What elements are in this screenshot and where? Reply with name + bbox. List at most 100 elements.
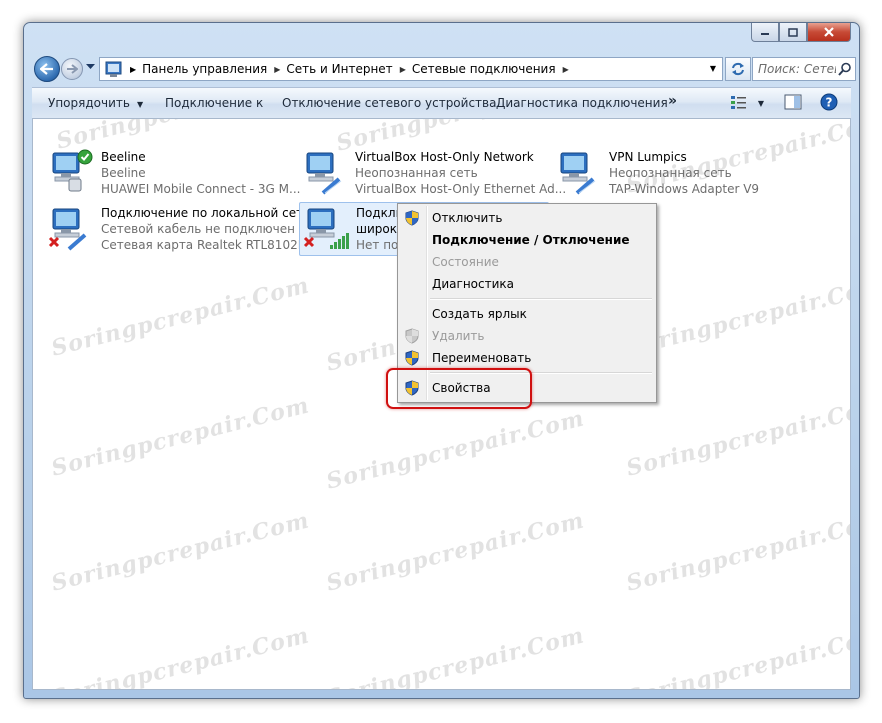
back-arrow-icon bbox=[40, 63, 53, 75]
breadcrumb-label: Сетевые подключения bbox=[411, 62, 556, 76]
change-view-button[interactable]: ▼ bbox=[730, 94, 764, 113]
forward-arrow-icon bbox=[67, 64, 78, 74]
menu-item-label: Подключение / Отключение bbox=[432, 233, 630, 247]
connection-status: Неопознанная сеть bbox=[355, 166, 478, 180]
menu-item-label: Диагностика bbox=[432, 277, 515, 291]
maximize-icon bbox=[788, 27, 798, 37]
watermark: Soringpcrepair.Com bbox=[323, 405, 588, 495]
connection-device: TAP-Windows Adapter V9 bbox=[609, 182, 760, 196]
connection-device: VirtualBox Host-Only Ethernet Ad... bbox=[355, 182, 567, 196]
mobile-broadband-disconnected-icon bbox=[303, 208, 349, 249]
menu-item-label: Переименовать bbox=[432, 351, 532, 365]
more-commands-button[interactable]: » bbox=[668, 93, 677, 109]
watermark: Soringpcrepair.Com bbox=[48, 622, 313, 690]
breadcrumb-network-connections[interactable]: Сетевые подключения ▶ bbox=[412, 62, 575, 76]
watermark: Soringpcrepair.Com bbox=[48, 272, 313, 362]
watermark: Soringpcrepair.Com bbox=[623, 272, 851, 362]
breadcrumb-label: Сеть и Интернет bbox=[286, 62, 393, 76]
connection-name: VirtualBox Host-Only Network bbox=[355, 150, 534, 164]
menu-item-connect-disconnect[interactable]: Подключение / Отключение bbox=[400, 229, 654, 251]
svg-text:?: ? bbox=[826, 96, 833, 110]
maximize-button[interactable] bbox=[779, 23, 807, 42]
help-icon: ? bbox=[820, 93, 838, 111]
minimize-button[interactable] bbox=[751, 23, 779, 42]
menu-item-create-shortcut[interactable]: Создать ярлык bbox=[400, 303, 654, 325]
view-options-icon bbox=[731, 96, 746, 109]
disable-device-button[interactable]: Отключение сетевого устройства bbox=[282, 96, 496, 110]
search-icon[interactable] bbox=[838, 62, 852, 76]
minimize-icon bbox=[761, 33, 769, 35]
breadcrumb-control-panel[interactable]: Панель управления ▶ bbox=[142, 62, 286, 76]
menu-item-label: Отключить bbox=[432, 211, 503, 225]
connection-name: VPN Lumpics bbox=[609, 150, 687, 164]
network-adapter-icon bbox=[560, 152, 596, 195]
breadcrumb-network-internet[interactable]: Сеть и Интернет ▶ bbox=[286, 62, 411, 76]
connection-virtualbox[interactable]: VirtualBox Host-Only Network Неопознанна… bbox=[299, 147, 566, 199]
connection-text: VPN Lumpics Неопознанная сеть TAP-Window… bbox=[609, 149, 759, 197]
menu-item-delete: Удалить bbox=[400, 325, 654, 347]
network-connected-icon bbox=[52, 149, 93, 192]
connection-status: Неопознанная сеть bbox=[609, 166, 732, 180]
menu-item-label: Удалить bbox=[432, 329, 485, 343]
connect-to-button[interactable]: Подключение к bbox=[165, 96, 263, 110]
watermark: Soringpcrepair.Com bbox=[623, 392, 851, 482]
address-dropdown-icon[interactable]: ▼ bbox=[710, 64, 716, 73]
recent-pages-dropdown-icon[interactable] bbox=[86, 64, 95, 70]
search-input[interactable]: Поиск: Сетев... bbox=[752, 57, 856, 81]
diagnose-button[interactable]: Диагностика подключения bbox=[496, 96, 668, 110]
network-adapter-icon bbox=[306, 152, 342, 195]
watermark: Soringpcrepair.Com bbox=[323, 507, 588, 597]
organize-button[interactable]: Упорядочить ▼ bbox=[48, 96, 143, 110]
properties-highlight-frame bbox=[386, 368, 532, 409]
connection-text: Beeline Beeline HUAWEI Mobile Connect - … bbox=[101, 149, 300, 197]
connection-status: Beeline bbox=[101, 166, 146, 180]
forward-button[interactable] bbox=[61, 58, 83, 80]
refresh-icon bbox=[732, 62, 744, 76]
watermark: Soringpcrepair.Com bbox=[323, 622, 588, 690]
menu-item-label: Создать ярлык bbox=[432, 307, 527, 321]
caption-buttons bbox=[751, 23, 851, 42]
breadcrumb-label: Панель управления bbox=[142, 62, 268, 76]
search-placeholder: Поиск: Сетев... bbox=[758, 62, 836, 76]
connection-status: Сетевой кабель не подключен bbox=[101, 222, 295, 236]
preview-pane-button[interactable] bbox=[784, 94, 802, 113]
control-panel-icon bbox=[105, 61, 122, 77]
menu-item-rename[interactable]: Переименовать bbox=[400, 347, 654, 369]
breadcrumb-root-arrow-icon[interactable]: ▶ bbox=[130, 65, 136, 74]
connection-local-area[interactable]: Подключение по локальной сети Сетевой ка… bbox=[45, 203, 321, 255]
breadcrumb-arrow-icon[interactable]: ▶ bbox=[563, 65, 569, 74]
menu-item-label: Состояние bbox=[432, 255, 499, 269]
connection-device: Сетевая карта Realtek RTL8102E/... bbox=[101, 238, 321, 252]
address-bar[interactable]: ▶ Панель управления ▶ Сеть и Интернет ▶ Се… bbox=[99, 57, 723, 81]
breadcrumb-arrow-icon[interactable]: ▶ bbox=[400, 65, 406, 74]
uac-shield-icon bbox=[405, 328, 419, 344]
connection-name: Beeline bbox=[101, 150, 146, 164]
chevron-down-icon: ▼ bbox=[757, 99, 764, 108]
uac-shield-icon bbox=[405, 210, 419, 226]
menu-item-disable[interactable]: Отключить bbox=[400, 207, 654, 229]
close-icon bbox=[824, 27, 834, 37]
chevron-down-icon: ▼ bbox=[136, 100, 144, 109]
watermark: Soringpcrepair.Com bbox=[623, 507, 851, 597]
preview-pane-icon bbox=[784, 94, 802, 110]
breadcrumb-arrow-icon[interactable]: ▶ bbox=[274, 65, 280, 74]
close-button[interactable] bbox=[807, 23, 851, 42]
network-disconnected-icon bbox=[48, 208, 87, 251]
connection-name: Подключение по локальной сети bbox=[101, 206, 311, 220]
watermark: Soringpcrepair.Com bbox=[48, 507, 313, 597]
watermark: Soringpcrepair.Com bbox=[623, 622, 851, 690]
address-row: ▶ Панель управления ▶ Сеть и Интернет ▶ Се… bbox=[32, 56, 856, 82]
menu-separator bbox=[430, 298, 652, 300]
watermark: Soringpcrepair.Com bbox=[48, 392, 313, 482]
connection-text: VirtualBox Host-Only Network Неопознанна… bbox=[355, 149, 566, 197]
menu-item-diagnose[interactable]: Диагностика bbox=[400, 273, 654, 295]
connection-beeline[interactable]: Beeline Beeline HUAWEI Mobile Connect - … bbox=[45, 147, 300, 199]
connection-text: Подключение по локальной сети Сетевой ка… bbox=[101, 205, 321, 253]
help-button[interactable]: ? bbox=[820, 93, 838, 114]
connection-vpn-lumpics[interactable]: VPN Lumpics Неопознанная сеть TAP-Window… bbox=[553, 147, 793, 199]
connection-device: HUAWEI Mobile Connect - 3G M... bbox=[101, 182, 301, 196]
command-bar: Упорядочить ▼ Подключение к Отключение се… bbox=[32, 87, 851, 119]
back-button[interactable] bbox=[34, 56, 60, 82]
organize-label: Упорядочить bbox=[48, 96, 130, 110]
refresh-button[interactable] bbox=[725, 57, 751, 81]
